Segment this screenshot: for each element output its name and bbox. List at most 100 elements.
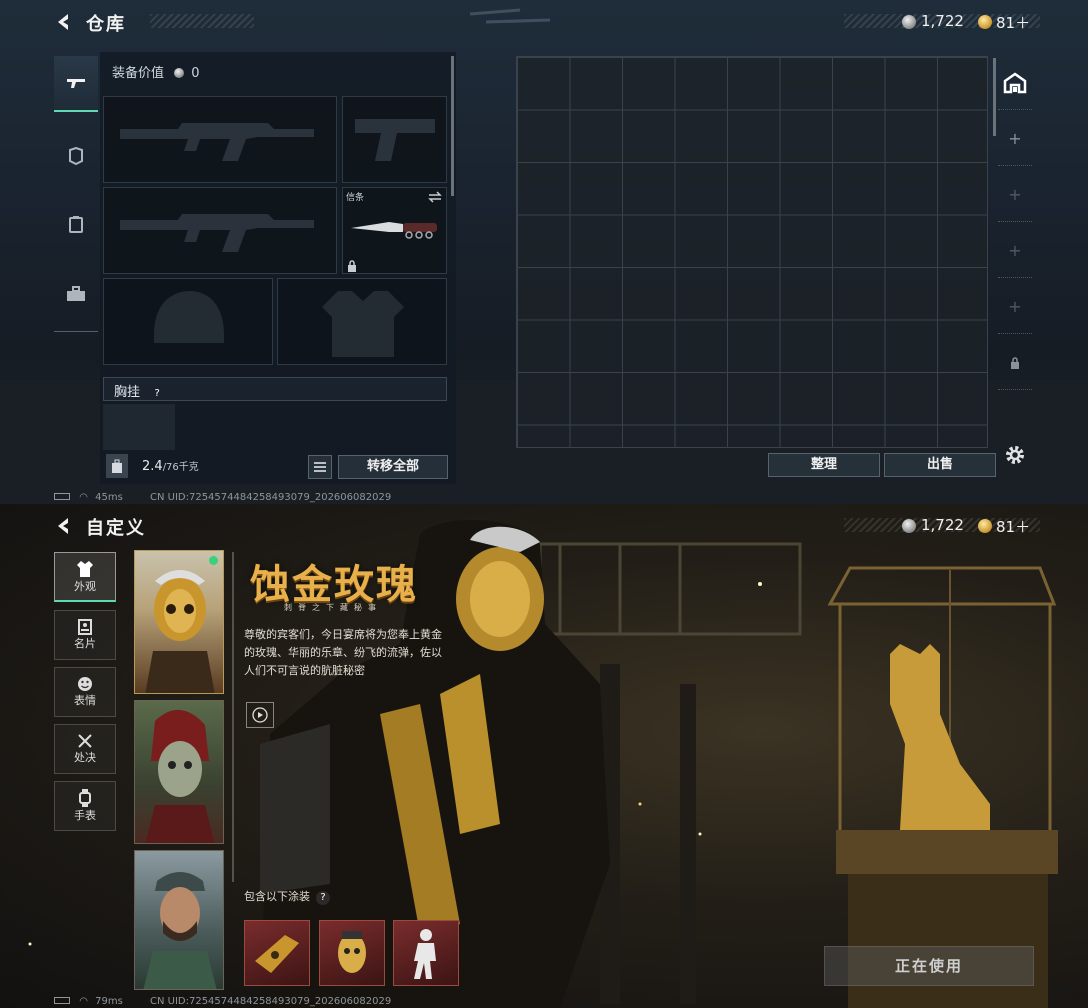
battery-icon xyxy=(54,997,70,1004)
tab-card[interactable]: 名片 xyxy=(54,610,116,660)
warehouse-tabs xyxy=(54,52,98,332)
card-icon xyxy=(78,619,92,635)
armor-slot[interactable] xyxy=(277,278,447,365)
warehouse-icon xyxy=(1003,71,1027,93)
skin-item-weapon[interactable] xyxy=(244,920,310,986)
add-page-button[interactable]: + xyxy=(998,280,1032,334)
settings-gear-icon[interactable] xyxy=(1004,444,1026,466)
panel-divider xyxy=(232,552,234,882)
skin-item-mask[interactable] xyxy=(319,920,385,986)
knife-icon xyxy=(351,222,437,239)
weight-current: 2.4 xyxy=(142,459,163,474)
weapon-icon xyxy=(67,79,85,88)
backpack-icon xyxy=(69,216,83,233)
skin-description: 尊敬的宾客们，今日宴席将为您奉上黄金的玫瑰、华丽的乐章、纷飞的流弹，佐以人们不可… xyxy=(244,628,442,677)
back-arrow-icon[interactable] xyxy=(54,516,74,536)
operator-card[interactable] xyxy=(134,700,224,844)
swap-icon[interactable] xyxy=(428,191,442,203)
gold-amount[interactable]: 81＋ xyxy=(996,516,1030,537)
primary-weapon-slot[interactable] xyxy=(103,96,337,183)
melee-slot[interactable]: 信条 xyxy=(342,187,447,274)
helmet-slot[interactable] xyxy=(103,278,273,365)
figure-skin-icon xyxy=(414,929,436,979)
customize-screen: 自定义 1,722 81＋ 外观 名片 表情 处决 手表 蚀金玫瑰 刺脊之下藏秘… xyxy=(0,504,1088,1008)
tab-weapons[interactable] xyxy=(54,56,98,112)
storage-scrollbar[interactable] xyxy=(993,58,996,136)
gold-coin-icon xyxy=(978,519,992,533)
help-icon[interactable]: ? xyxy=(316,891,330,905)
ping-readout: 45ms xyxy=(95,492,123,503)
includes-label: 包含以下涂装 xyxy=(244,890,310,903)
silver-amount: 1,722 xyxy=(921,516,964,534)
pistol-silhouette-icon xyxy=(355,119,435,161)
plus-icon: + xyxy=(1008,129,1022,148)
tab-toolbox[interactable] xyxy=(54,266,98,322)
chest-rig-label: 胸挂 xyxy=(114,385,141,400)
storage-page-main[interactable] xyxy=(998,56,1032,110)
silver-coin-icon xyxy=(174,68,185,78)
add-page-button[interactable]: + xyxy=(998,168,1032,222)
sort-button[interactable]: 整理 xyxy=(768,453,880,477)
warehouse-screen: 仓库 1,722 81＋ 装备价值 0 信条 胸挂 ? 2.4/76千克 转移全… xyxy=(0,0,1088,504)
silver-coin-icon xyxy=(902,15,916,29)
tab-armor[interactable] xyxy=(54,128,98,184)
page-title: 仓库 xyxy=(86,14,126,35)
rifle-silhouette-icon xyxy=(120,123,314,161)
equipment-value-label: 装备价值 xyxy=(112,66,165,81)
rifle-silhouette-icon xyxy=(120,214,314,252)
operator-card[interactable] xyxy=(134,850,224,990)
tab-emote[interactable]: 表情 xyxy=(54,667,116,717)
tab-execution[interactable]: 处决 xyxy=(54,724,116,774)
tab-outfit[interactable]: 外观 xyxy=(54,552,116,602)
storage-grid[interactable] xyxy=(516,56,988,448)
equipment-panel: 装备价值 0 信条 胸挂 ? 2.4/76千克 转移全部 xyxy=(100,52,456,484)
battery-icon xyxy=(54,493,70,500)
uid-readout: CN UID:7254574484258493079_202606082029 xyxy=(149,492,392,503)
emote-icon xyxy=(78,677,92,691)
plus-icon: + xyxy=(1008,185,1022,204)
list-view-button[interactable] xyxy=(308,455,332,479)
skin-subtitle: 刺脊之下藏秘事 xyxy=(284,603,382,612)
weight-readout: 2.4/76千克 xyxy=(142,458,199,474)
operator-card-selected[interactable] xyxy=(134,550,224,694)
equipment-value: 装备价值 0 xyxy=(112,62,200,81)
operator-portrait-icon xyxy=(145,709,215,843)
equipment-value-amount: 0 xyxy=(191,66,200,81)
gold-amount[interactable]: 81＋ xyxy=(996,12,1030,33)
helmet-silhouette-icon xyxy=(154,291,224,343)
preview-video-button[interactable] xyxy=(246,702,274,728)
locked-page[interactable] xyxy=(998,336,1032,390)
tab-backpack[interactable] xyxy=(54,196,98,252)
add-page-button[interactable]: + xyxy=(998,224,1032,278)
status-bar: ◠ 45ms CN UID:7254574484258493079_202606… xyxy=(54,492,391,503)
title-stripe xyxy=(150,14,254,28)
back-arrow-icon[interactable] xyxy=(54,12,74,32)
melee-label: 信条 xyxy=(346,193,365,203)
watch-icon xyxy=(79,789,91,807)
storage-pages: + + + + xyxy=(998,56,1032,436)
status-bar: ◠ 79ms CN UID:7254574484258493079_202606… xyxy=(54,996,391,1007)
pistol-slot[interactable] xyxy=(342,96,447,183)
help-icon[interactable]: ? xyxy=(150,387,164,401)
sell-button[interactable]: 出售 xyxy=(884,453,996,477)
tab-watch[interactable]: 手表 xyxy=(54,781,116,831)
transfer-all-button[interactable]: 转移全部 xyxy=(338,455,448,479)
equipment-scrollbar[interactable] xyxy=(451,56,454,196)
chest-rig-slot[interactable] xyxy=(103,404,175,450)
wifi-icon: ◠ xyxy=(79,996,88,1007)
weight-max: /76千克 xyxy=(162,462,199,473)
tab-label: 处决 xyxy=(74,751,96,764)
equipped-dot xyxy=(209,556,218,565)
in-use-button[interactable]: 正在使用 xyxy=(824,946,1034,986)
silver-amount: 1,722 xyxy=(921,12,964,30)
page-title: 自定义 xyxy=(86,518,146,539)
add-page-button[interactable]: + xyxy=(998,112,1032,166)
secondary-weapon-slot[interactable] xyxy=(103,187,337,274)
weight-icon xyxy=(106,454,128,478)
plus-icon: + xyxy=(1008,297,1022,316)
chest-rig-bar[interactable]: 胸挂 ? xyxy=(103,377,447,401)
outfit-icon xyxy=(77,560,93,577)
skin-item-outfit[interactable] xyxy=(393,920,459,986)
tab-label: 名片 xyxy=(74,637,96,650)
tab-label: 手表 xyxy=(74,809,96,822)
